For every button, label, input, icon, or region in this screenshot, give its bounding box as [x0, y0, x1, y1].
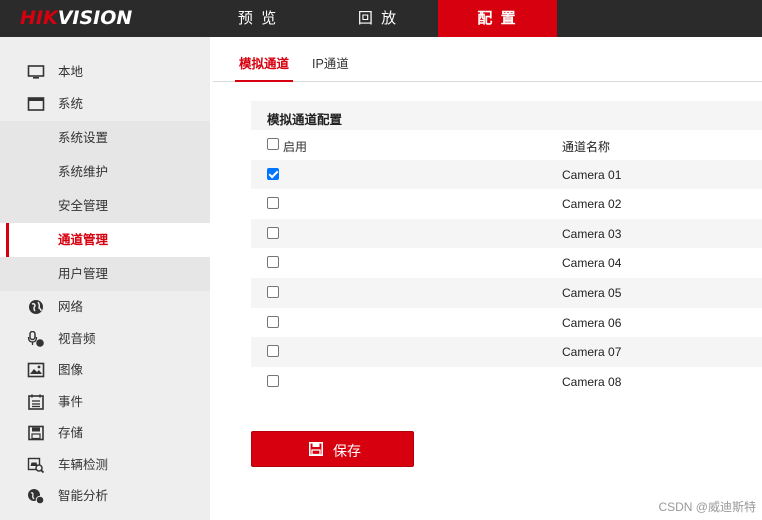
select-all-checkbox[interactable]: [267, 138, 279, 150]
sidebar-item-user-management[interactable]: 用户管理: [0, 257, 210, 291]
channel-enable-checkbox[interactable]: [267, 167, 279, 180]
sidebar-item-label: 系统: [58, 97, 84, 111]
table-header-row: 启用 通道名称: [251, 130, 762, 160]
sidebar-item-label: 用户管理: [58, 267, 109, 281]
table-row: Camera 04: [251, 248, 762, 278]
sidebar-item-label: 图像: [58, 363, 84, 377]
header-enable: 启用: [283, 140, 308, 154]
sidebar: 本地 系统 系统设置 系统维护 安全管理 通道管理 用户管理 网络 视音频 图像…: [0, 37, 210, 520]
sidebar-item-audio-video[interactable]: 视音频: [0, 323, 210, 355]
save-button[interactable]: 保存: [251, 431, 414, 467]
table-title: 模拟通道配置: [267, 113, 343, 127]
table-row: Camera 06: [251, 307, 762, 338]
car-search-icon: [27, 457, 45, 473]
analog-channel-table: 模拟通道配置 启用 通道名称 Camera 01 Camera 02 Camer…: [251, 101, 762, 397]
sidebar-item-label: 车辆检测: [58, 458, 109, 472]
watermark: CSDN @威迪斯特: [658, 500, 756, 514]
sidebar-item-label: 通道管理: [58, 233, 109, 247]
sidebar-item-network[interactable]: 网络: [0, 291, 210, 323]
disk-icon: [28, 425, 44, 441]
nav-config[interactable]: 配 置: [438, 0, 557, 37]
channel-name: Camera 08: [562, 374, 622, 389]
tab-ip-channel[interactable]: IP通道: [308, 48, 353, 81]
sidebar-item-local[interactable]: 本地: [0, 56, 210, 88]
image-icon: [27, 362, 45, 378]
calendar-icon: [28, 394, 44, 410]
sidebar-item-label: 事件: [58, 395, 84, 409]
sidebar-item-system[interactable]: 系统: [0, 88, 210, 120]
channel-enable-checkbox[interactable]: [267, 226, 279, 239]
table-row: Camera 08: [251, 366, 762, 397]
table-row: Camera 05: [251, 277, 762, 308]
sidebar-item-smart-analysis[interactable]: 智能分析: [0, 480, 210, 512]
sidebar-item-security[interactable]: 安全管理: [0, 189, 210, 223]
microphone-icon: [27, 331, 44, 347]
channel-name: Camera 03: [562, 226, 622, 241]
window-icon: [27, 97, 45, 111]
channel-name: Camera 07: [562, 345, 622, 360]
sidebar-item-storage[interactable]: 存储: [0, 417, 210, 449]
channel-enable-checkbox[interactable]: [267, 315, 279, 328]
header-channel-name: 通道名称: [562, 140, 611, 154]
channel-enable-checkbox[interactable]: [267, 374, 279, 387]
sidebar-item-system-maintenance[interactable]: 系统维护: [0, 155, 210, 189]
floppy-icon: [309, 442, 323, 456]
channel-name: Camera 02: [562, 197, 622, 212]
sidebar-item-label: 系统维护: [58, 165, 109, 179]
channel-name: Camera 06: [562, 315, 622, 330]
table-row: Camera 07: [251, 337, 762, 367]
sidebar-item-channel-management[interactable]: 通道管理: [0, 223, 210, 257]
globe-icon: [29, 300, 43, 314]
sidebar-item-label: 智能分析: [58, 489, 109, 503]
monitor-icon: [27, 65, 45, 79]
table-title-row: 模拟通道配置: [251, 101, 762, 130]
table-row: Camera 03: [251, 218, 762, 249]
hikvision-logo: HIKVISION: [20, 7, 133, 29]
channel-enable-checkbox[interactable]: [267, 256, 279, 269]
top-bar: HIKVISION 预 览 回 放 配 置: [0, 0, 762, 37]
table-row: Camera 02: [251, 189, 762, 219]
sidebar-item-label: 系统设置: [58, 131, 109, 145]
sidebar-item-system-settings[interactable]: 系统设置: [0, 121, 210, 155]
tab-analog-channel[interactable]: 模拟通道: [235, 48, 294, 82]
analysis-icon: [28, 489, 45, 504]
sidebar-item-event[interactable]: 事件: [0, 386, 210, 418]
channel-enable-checkbox[interactable]: [267, 285, 279, 298]
sidebar-item-vehicle-detection[interactable]: 车辆检测: [0, 449, 210, 481]
channel-name: Camera 05: [562, 285, 622, 300]
save-button-label: 保存: [333, 443, 361, 459]
channel-name: Camera 04: [562, 256, 622, 271]
channel-tabs: 模拟通道 IP通道: [213, 48, 762, 82]
nav-playback[interactable]: 回 放: [318, 0, 438, 37]
nav-preview[interactable]: 预 览: [198, 0, 318, 37]
sidebar-item-image[interactable]: 图像: [0, 354, 210, 386]
sidebar-item-label: 安全管理: [58, 199, 109, 213]
table-row: Camera 01: [251, 159, 762, 190]
sidebar-item-label: 网络: [58, 300, 84, 314]
sidebar-item-label: 本地: [58, 65, 84, 79]
channel-enable-checkbox[interactable]: [267, 345, 279, 358]
channel-enable-checkbox[interactable]: [267, 197, 279, 210]
sidebar-item-label: 视音频: [58, 332, 96, 346]
sidebar-item-label: 存储: [58, 426, 84, 440]
channel-name: Camera 01: [562, 167, 622, 182]
